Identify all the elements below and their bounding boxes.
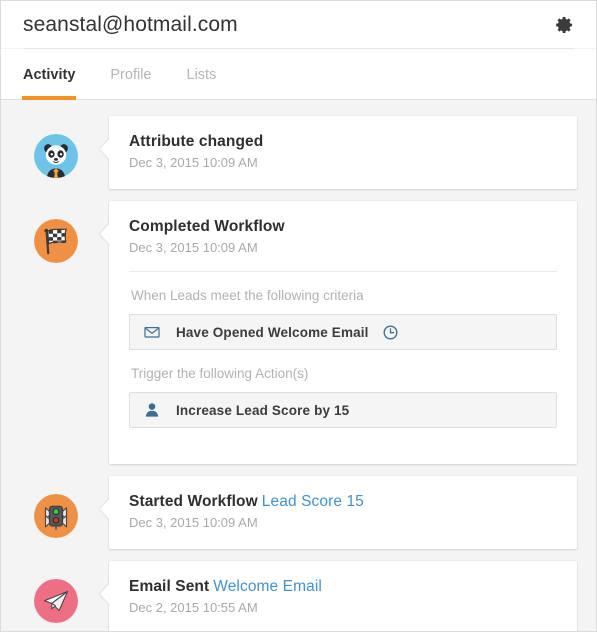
activity-date: Dec 3, 2015 10:09 AM <box>129 240 258 255</box>
actions-label: Trigger the following Action(s) <box>131 366 309 381</box>
panda-avatar <box>34 134 78 178</box>
user-icon <box>144 402 160 418</box>
activity-title: Started Workflow Lead Score 15 <box>129 493 557 511</box>
activity-card[interactable]: Completed Workflow Dec 3, 2015 10:09 AM … <box>109 201 577 464</box>
activity-entry: Completed Workflow Dec 3, 2015 10:09 AM … <box>1 201 596 464</box>
activity-card[interactable]: Started Workflow Lead Score 15 Dec 3, 201… <box>109 476 577 549</box>
criteria-row[interactable]: Have Opened Welcome Email <box>129 314 557 350</box>
action-text: Increase Lead Score by 15 <box>176 402 350 418</box>
activity-title: Completed Workflow <box>129 218 557 236</box>
activity-title-text: Attribute changed <box>129 133 264 150</box>
criteria-text: Have Opened Welcome Email <box>176 324 369 340</box>
traffic-light-avatar <box>34 494 78 538</box>
card-divider <box>129 271 557 272</box>
activity-feed: Attribute changed Dec 3, 2015 10:09 AM C… <box>1 100 596 631</box>
activity-date: Dec 2, 2015 10:55 AM <box>129 600 258 615</box>
activity-title-text: Email Sent <box>129 578 210 595</box>
activity-card[interactable]: Attribute changed Dec 3, 2015 10:09 AM <box>109 116 577 189</box>
clock-icon[interactable] <box>383 324 398 340</box>
activity-entry: Started Workflow Lead Score 15 Dec 3, 201… <box>1 476 596 549</box>
activity-title-link[interactable]: Welcome Email <box>213 578 322 595</box>
envelope-icon <box>144 324 160 340</box>
activity-panel: seanstal@hotmail.com Activity Profile Li… <box>0 0 597 632</box>
activity-card[interactable]: Email Sent Welcome Email Dec 2, 2015 10:5… <box>109 561 577 631</box>
activity-title: Email Sent Welcome Email <box>129 578 557 596</box>
checkered-flag-avatar <box>34 219 78 263</box>
header: seanstal@hotmail.com <box>1 1 596 48</box>
page-title: seanstal@hotmail.com <box>23 13 238 36</box>
activity-title-text: Started Workflow <box>129 493 258 510</box>
activity-title: Attribute changed <box>129 133 557 151</box>
paper-plane-avatar <box>34 579 78 623</box>
criteria-label: When Leads meet the following criteria <box>131 288 364 303</box>
activity-title-text: Completed Workflow <box>129 218 285 235</box>
gear-icon[interactable] <box>554 14 576 36</box>
tab-activity[interactable]: Activity <box>21 49 77 100</box>
tab-profile[interactable]: Profile <box>110 49 151 100</box>
activity-date: Dec 3, 2015 10:09 AM <box>129 515 258 530</box>
tab-lists[interactable]: Lists <box>187 49 217 100</box>
activity-title-link[interactable]: Lead Score 15 <box>262 493 364 510</box>
activity-entry: Email Sent Welcome Email Dec 2, 2015 10:5… <box>1 561 596 631</box>
tab-bar: Activity Profile Lists <box>1 49 596 100</box>
action-row[interactable]: Increase Lead Score by 15 <box>129 392 557 428</box>
activity-date: Dec 3, 2015 10:09 AM <box>129 155 258 170</box>
activity-entry: Attribute changed Dec 3, 2015 10:09 AM <box>1 116 596 189</box>
